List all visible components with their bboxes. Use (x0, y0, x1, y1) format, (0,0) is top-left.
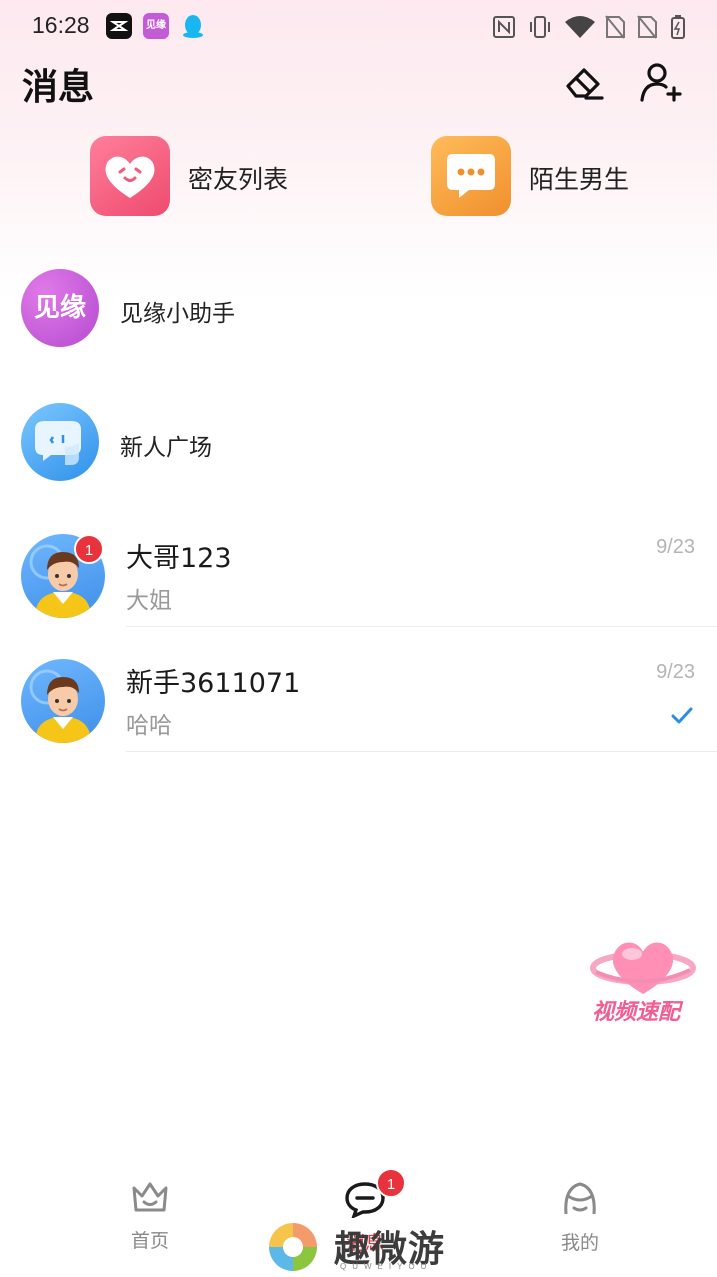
list-item-assistant[interactable]: 见缘 见缘小助手 (0, 268, 717, 348)
tab-label: 我的 (560, 1232, 599, 1254)
conversation-date: 9/23 (656, 661, 695, 683)
video-match-button[interactable]: 视频速配 (588, 930, 698, 1030)
divider (126, 626, 717, 627)
avatar: 见缘 (21, 269, 99, 347)
avatar (21, 659, 105, 743)
tab-profile[interactable]: 我的 (520, 1180, 640, 1255)
add-friend-button[interactable] (638, 60, 682, 104)
quick-entry-close-friends[interactable]: 密友列表 (90, 136, 350, 218)
conversation-name: 新人广场 (120, 435, 212, 461)
conversation-item[interactable]: 新手3611071 哈哈 9/23 (0, 657, 717, 753)
list-item-newcomer-square[interactable]: 新人广场 (0, 402, 717, 482)
quick-entry-label: 陌生男生 (529, 165, 630, 194)
heart-face-icon (90, 136, 170, 216)
conversation-date: 9/23 (656, 536, 695, 558)
quick-entry-stranger-boys[interactable]: 陌生男生 (431, 136, 691, 218)
divider (126, 751, 717, 752)
unread-badge: 1 (74, 534, 104, 564)
eraser-icon (566, 68, 604, 100)
tab-home[interactable]: 首页 (90, 1180, 210, 1253)
watermark-subtext: QUWEIYOU (340, 1262, 433, 1271)
tab-unread-badge: 1 (376, 1168, 406, 1198)
tab-label: 首页 (130, 1230, 169, 1252)
heart-planet-icon (590, 942, 696, 994)
assistant-avatar-text: 见缘 (33, 293, 86, 323)
page-title: 消息 (22, 67, 95, 108)
conversation-name: 见缘小助手 (120, 301, 235, 327)
conversation-item[interactable]: 1 大哥123 大姐 9/23 (0, 532, 717, 628)
conversation-name: 大哥123 (126, 543, 232, 574)
video-match-label: 视频速配 (592, 1000, 681, 1025)
clear-unread-button[interactable] (562, 60, 606, 104)
chat-bubble-icon (431, 136, 511, 216)
add-friend-icon (640, 63, 682, 102)
watermark: 趣微游 QUWEIYOU (262, 1218, 462, 1276)
chat-bot-icon (21, 403, 99, 481)
quick-entry-label: 密友列表 (188, 165, 289, 194)
read-check-icon (671, 707, 693, 724)
conversation-last-message: 大姐 (126, 588, 172, 614)
page-header: 消息 (0, 0, 717, 120)
crown-home-icon (132, 1182, 168, 1212)
profile-face-icon (564, 1182, 596, 1215)
watermark-logo-icon (267, 1221, 319, 1273)
conversation-name: 新手3611071 (126, 668, 301, 699)
conversation-last-message: 哈哈 (126, 713, 172, 739)
